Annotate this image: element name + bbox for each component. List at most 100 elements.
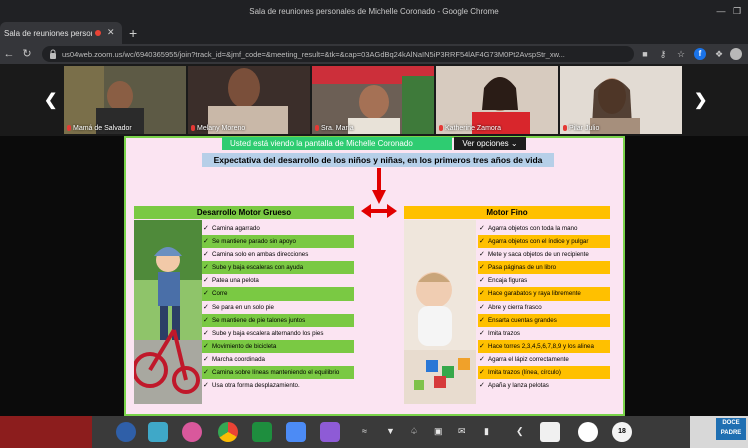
participant-tile[interactable]: Mamá de Salvador: [64, 66, 186, 134]
chat-icon[interactable]: ✉: [458, 426, 466, 437]
calendar-badge[interactable]: 18: [612, 422, 632, 442]
fine-motor-list: ✓ Agarra objetos con toda la mano ✓ Agarra…: [478, 222, 610, 392]
fine-item: ✓ Imita trazos (línea, círculo): [478, 366, 610, 380]
recycle-icon[interactable]: [540, 422, 560, 442]
key-icon[interactable]: ⚷: [656, 47, 670, 61]
extension-f-icon[interactable]: f: [694, 48, 706, 60]
check-icon: ✓: [479, 369, 485, 377]
fine-item: ✓ Abre y cierra frasco: [478, 301, 610, 314]
check-icon: ✓: [203, 303, 209, 311]
back-icon[interactable]: ←: [2, 47, 16, 61]
check-icon: ✓: [479, 382, 485, 390]
participant-tile[interactable]: Katherine Zamora: [436, 66, 558, 134]
check-icon: ✓: [479, 290, 485, 298]
participant-video: [312, 66, 434, 134]
files-icon[interactable]: [148, 422, 168, 442]
address-bar[interactable]: us04web.zoom.us/wc/6940365955/join?track…: [42, 46, 634, 62]
package-icon[interactable]: ▣: [434, 426, 443, 437]
check-icon: ✓: [203, 290, 209, 298]
restore-icon[interactable]: ❐: [730, 4, 744, 18]
check-icon: ✓: [203, 369, 209, 377]
check-icon: ✓: [479, 238, 485, 246]
gross-item: ✓ Se mantiene parado sin apoyo: [202, 235, 354, 249]
check-icon: ✓: [203, 251, 209, 259]
gross-item: ✓ Camina agarrado: [202, 222, 354, 235]
recording-icon: [95, 30, 101, 36]
power-icon[interactable]: [578, 422, 598, 442]
camera-icon[interactable]: ■: [638, 47, 652, 61]
chevron-left-icon[interactable]: ❮: [516, 426, 524, 437]
check-icon: ✓: [203, 329, 209, 337]
taskbar: ≈ ▼ ♤ ▣ ✉ ▮ ❮ 18 DOCE PADRE: [0, 416, 748, 448]
gross-item: ✓ Corre: [202, 287, 354, 301]
fine-item: ✓ Apaña y lanza pelotas: [478, 379, 610, 392]
gross-motor-heading: Desarrollo Motor Grueso: [134, 206, 354, 219]
muted-mic-icon: [315, 125, 319, 131]
tab-strip: Sala de reuniones personal ✕ +: [0, 22, 748, 44]
check-icon: ✓: [203, 238, 209, 246]
muted-mic-icon: [67, 125, 71, 131]
view-options-button[interactable]: Ver opciones ⌄: [454, 137, 526, 150]
bell-icon[interactable]: ♤: [410, 426, 418, 437]
participant-name: Sra. María: [315, 125, 354, 132]
extensions-puzzle-icon[interactable]: ❖: [712, 47, 726, 61]
share-status-text: Usted está viendo la pantalla de Michell…: [222, 137, 452, 150]
gross-item: ✓ Sube y baja escalera alternando los pie…: [202, 327, 354, 340]
fine-item: ✓ Imita trazos: [478, 327, 610, 340]
minimize-icon[interactable]: —: [714, 4, 728, 18]
participant-name: Pilar Julio: [563, 125, 599, 132]
check-icon: ✓: [203, 316, 209, 324]
fine-item: ✓ Hace garabatos y raya libremente: [478, 287, 610, 301]
editor-icon[interactable]: [320, 422, 340, 442]
gross-motor-list: ✓ Camina agarrado ✓ Se mantiene parado sin…: [202, 222, 354, 392]
new-tab-button[interactable]: +: [129, 25, 137, 41]
muted-mic-icon: [563, 125, 567, 131]
participant-tile[interactable]: Melany Moreno: [188, 66, 310, 134]
double-arrow-icon: [361, 204, 397, 218]
software-icon[interactable]: [286, 422, 306, 442]
network-icon[interactable]: ▼: [386, 426, 395, 436]
screen: { "window": { "title": "Sala de reunione…: [0, 0, 748, 448]
participant-video: [188, 66, 310, 134]
wifi-icon[interactable]: ≈: [362, 426, 367, 436]
fine-item: ✓ Hace torres 2,3,4,5,6,7,8,9 y los aline…: [478, 339, 610, 353]
check-icon: ✓: [479, 355, 485, 363]
previous-participants-icon[interactable]: ❮: [44, 90, 57, 110]
participant-tile[interactable]: Sra. María: [312, 66, 434, 134]
window-title: Sala de reuniones personales de Michelle…: [249, 7, 499, 16]
lock-icon: [50, 49, 56, 59]
slide-title: Expectativa del desarrollo de los niños …: [202, 153, 554, 167]
corner-logo: DOCE PADRE: [716, 418, 746, 440]
participant-name: Katherine Zamora: [439, 125, 501, 132]
fine-item: ✓ Encaja figuras: [478, 274, 610, 287]
profile-avatar[interactable]: [730, 48, 742, 60]
fedora-icon[interactable]: [116, 422, 136, 442]
tab-zoom-meeting[interactable]: Sala de reuniones personal ✕: [0, 22, 122, 44]
next-participants-icon[interactable]: ❯: [694, 90, 707, 110]
gross-item: ✓ Sube y baja escaleras con ayuda: [202, 261, 354, 275]
check-icon: ✓: [203, 382, 209, 390]
wallpaper-right: DOCE PADRE: [690, 416, 748, 448]
muted-mic-icon: [191, 125, 195, 131]
settings-icon[interactable]: [182, 422, 202, 442]
check-icon: ✓: [203, 342, 209, 350]
sheets-icon[interactable]: [252, 422, 272, 442]
check-icon: ✓: [479, 264, 485, 272]
close-tab-icon[interactable]: ✕: [107, 27, 115, 38]
participant-name: Melany Moreno: [191, 125, 245, 132]
battery-icon[interactable]: ▮: [484, 426, 489, 437]
star-icon[interactable]: ☆: [674, 47, 688, 61]
fine-item: ✓ Agarra el lápiz correctamente: [478, 353, 610, 366]
navigation-bar: ← ↻ us04web.zoom.us/wc/6940365955/join?t…: [0, 44, 748, 64]
fine-item: ✓ Ensarta cuentas grandes: [478, 313, 610, 327]
arrow-down-icon: [372, 168, 386, 204]
check-icon: ✓: [479, 277, 485, 285]
wallpaper-left: [0, 416, 92, 448]
check-icon: ✓: [203, 277, 209, 285]
chrome-icon[interactable]: [218, 422, 238, 442]
reload-icon[interactable]: ↻: [20, 47, 34, 61]
participant-tile[interactable]: Pilar Julio: [560, 66, 682, 134]
gross-item: ✓ Marcha coordinada: [202, 353, 354, 366]
participant-strip: ❮ Mamá de Salvador Melany Moreno Sra. Ma…: [0, 64, 748, 136]
participant-name: Mamá de Salvador: [67, 125, 132, 132]
